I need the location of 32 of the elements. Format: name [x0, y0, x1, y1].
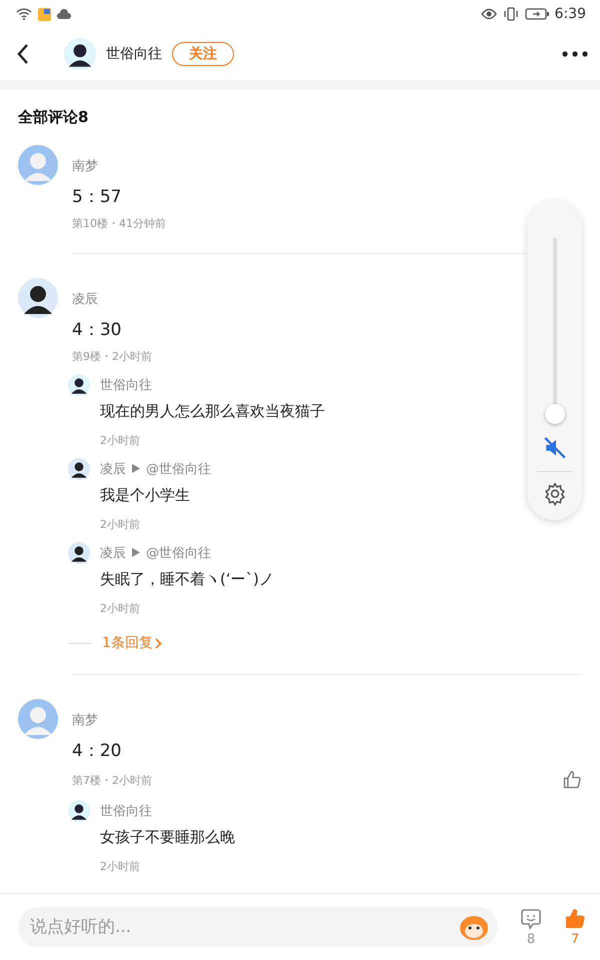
reply-time: 2小时前 — [100, 859, 141, 874]
reply-target[interactable]: @世俗向往 — [146, 544, 211, 562]
comment-author[interactable]: 南梦 — [72, 157, 98, 175]
reply-author[interactable]: 世俗向往 — [100, 802, 152, 820]
reply-target[interactable]: @世俗向往 — [146, 460, 211, 478]
reply-time: 2小时前 — [100, 517, 141, 532]
comment-input[interactable]: 说点好听的... — [28, 916, 458, 938]
reply-author[interactable]: 世俗向往 — [100, 376, 152, 394]
comments-heading: 全部评论8 — [18, 108, 90, 127]
reply-author[interactable]: 凌辰 — [100, 460, 126, 478]
clock-time: 6:39 — [554, 6, 586, 22]
reply-text: 我是个小学生 — [100, 486, 191, 505]
reply-time: 2小时前 — [100, 601, 141, 616]
like-button[interactable]: 7 — [564, 908, 586, 946]
follow-button[interactable]: 关注 — [172, 42, 234, 66]
reply-text: 女孩子不要睡那么晚 — [100, 828, 235, 847]
comment-meta: 第9楼・2小时前 — [72, 349, 152, 364]
username[interactable]: 世俗向往 — [106, 45, 162, 63]
reply-text: 现在的男人怎么那么喜欢当夜猫子 — [100, 402, 325, 421]
comment-author[interactable]: 南梦 — [72, 711, 98, 729]
reply-author[interactable]: 凌辰 — [100, 544, 126, 562]
reply-time: 2小时前 — [100, 433, 141, 448]
comment-meta: 第10楼・41分钟前 — [72, 216, 166, 231]
comments-button[interactable]: 8 — [520, 908, 542, 946]
reply-text: 失眠了，睡不着ヽ(‘ー`)ノ — [100, 570, 274, 589]
comment-text: 4：20 — [72, 740, 122, 762]
comment-text: 5：57 — [72, 186, 122, 208]
comment-meta: 第7楼・2小时前 — [72, 772, 152, 788]
more-replies-link[interactable]: 1条回复 — [102, 634, 162, 652]
comment-author[interactable]: 凌辰 — [72, 290, 98, 308]
comment-text: 4：30 — [72, 319, 122, 341]
comment-field[interactable]: 说点好听的... — [18, 907, 498, 947]
